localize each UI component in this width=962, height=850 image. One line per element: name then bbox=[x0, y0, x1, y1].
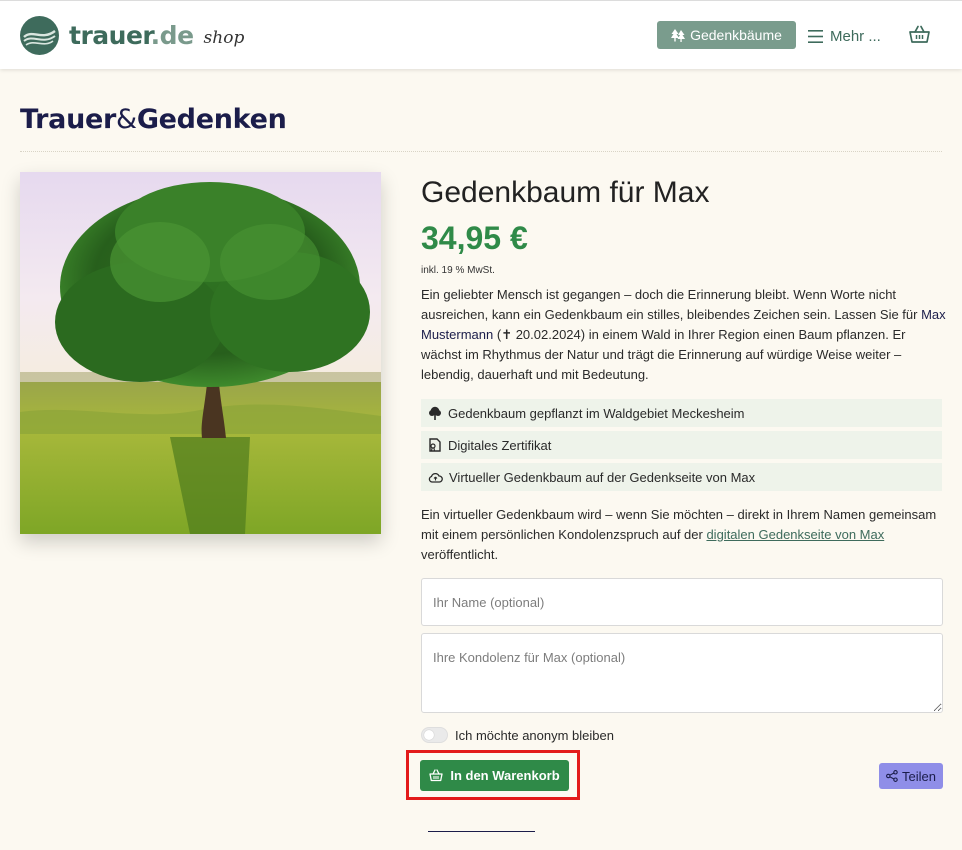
share-label: Teilen bbox=[902, 768, 936, 784]
feature-item: Virtueller Gedenkbaum auf der Gedenkseit… bbox=[421, 463, 942, 491]
add-to-cart-label: In den Warenkorb bbox=[450, 768, 560, 783]
logo-shop-label: shop bbox=[203, 27, 245, 48]
more-menu-button[interactable]: Mehr ... bbox=[808, 25, 881, 47]
share-icon bbox=[886, 770, 898, 782]
top-navigation-bar: trauer.de shop Gedenkbäume Mehr ... bbox=[0, 0, 962, 69]
anonymous-toggle[interactable] bbox=[421, 727, 448, 743]
section-divider bbox=[20, 151, 942, 152]
site-logo[interactable]: trauer.de shop bbox=[20, 16, 244, 55]
gedenkbaeume-label: Gedenkbäume bbox=[690, 27, 782, 43]
cloud-icon bbox=[428, 472, 443, 483]
add-to-cart-button[interactable]: In den Warenkorb bbox=[420, 760, 569, 791]
trees-icon bbox=[671, 28, 686, 42]
bottom-divider bbox=[428, 831, 535, 832]
product-description: Ein geliebter Mensch ist gegangen – doch… bbox=[421, 287, 946, 382]
share-button[interactable]: Teilen bbox=[879, 763, 943, 789]
basket-icon bbox=[429, 769, 443, 782]
memorial-page-link[interactable]: digitalen Gedenkseite von Max bbox=[706, 527, 884, 542]
logo-mark-icon bbox=[20, 16, 59, 55]
feature-label: Virtueller Gedenkbaum auf der Gedenkseit… bbox=[449, 469, 756, 485]
tax-note: inkl. 19 % MwSt. bbox=[421, 265, 495, 276]
kondolenz-textarea[interactable] bbox=[421, 633, 943, 713]
product-price: 34,95 € bbox=[421, 220, 528, 256]
brand-heading: Trauer&Gedenken bbox=[20, 104, 287, 135]
tree-icon bbox=[429, 406, 441, 420]
cart-button-highlight: In den Warenkorb bbox=[406, 750, 580, 800]
info-text: Ein virtueller Gedenkbaum wird – wenn Si… bbox=[421, 507, 937, 562]
hamburger-menu-icon bbox=[808, 29, 823, 43]
feature-label: Gedenkbaum gepflanzt im Waldgebiet Mecke… bbox=[448, 405, 745, 421]
feature-item: Gedenkbaum gepflanzt im Waldgebiet Mecke… bbox=[421, 399, 942, 427]
product-title: Gedenkbaum für Max bbox=[421, 176, 710, 209]
anonymous-toggle-row: Ich möchte anonym bleiben bbox=[421, 727, 614, 743]
feature-list: Gedenkbaum gepflanzt im Waldgebiet Mecke… bbox=[421, 399, 942, 495]
anonymous-label: Ich möchte anonym bleiben bbox=[455, 727, 614, 743]
product-image bbox=[20, 172, 381, 534]
logo-wordmark: trauer.de bbox=[69, 21, 194, 50]
basket-icon[interactable] bbox=[909, 25, 930, 49]
feature-item: Digitales Zertifikat bbox=[421, 431, 942, 459]
certificate-icon bbox=[429, 438, 441, 452]
gedenkbaeume-nav-button[interactable]: Gedenkbäume bbox=[657, 21, 796, 49]
feature-label: Digitales Zertifikat bbox=[448, 437, 552, 453]
more-menu-label: Mehr ... bbox=[830, 27, 881, 45]
name-input[interactable] bbox=[421, 578, 943, 626]
